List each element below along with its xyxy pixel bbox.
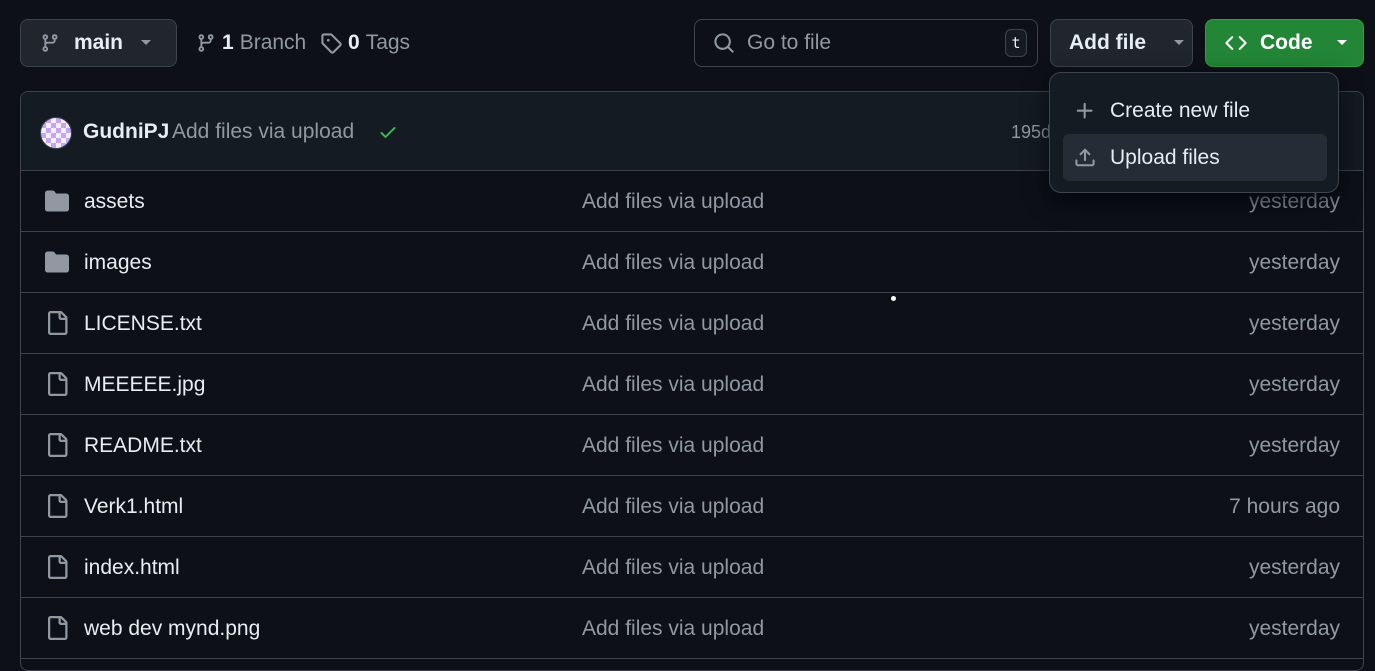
file-icon — [44, 555, 70, 579]
file-commit-time: yesterday — [1248, 251, 1340, 274]
commit-time[interactable]: 195d — [1011, 122, 1051, 143]
file-commit-message[interactable]: Add files via upload — [582, 556, 764, 580]
caret-down-icon — [139, 38, 153, 48]
file-name[interactable]: assets — [84, 190, 145, 214]
file-icon — [44, 311, 70, 335]
commit-author[interactable]: GudniPJ — [83, 120, 169, 144]
branches-count: 1 — [222, 31, 234, 54]
check-icon[interactable] — [377, 122, 399, 142]
branches-link[interactable]: 1 Branch — [196, 19, 306, 67]
add-file-button[interactable]: Add file — [1050, 19, 1193, 67]
tags-count: 0 — [348, 31, 360, 54]
add-file-menu: Create new file Upload files — [1049, 72, 1339, 193]
file-commit-message[interactable]: Add files via upload — [582, 190, 764, 214]
table-row[interactable]: web dev mynd.png Add files via upload ye… — [21, 598, 1363, 659]
code-icon — [1224, 32, 1248, 54]
branches-label: Branch — [239, 31, 307, 54]
file-commit-time: yesterday — [1248, 190, 1340, 213]
file-commit-time: 7 hours ago — [1229, 495, 1340, 518]
mouse-cursor — [891, 296, 896, 301]
folder-icon — [44, 189, 70, 213]
branch-name: main — [74, 31, 124, 54]
table-row[interactable]: index.html Add files via upload yesterda… — [21, 537, 1363, 598]
table-row[interactable]: Verk1.html Add files via upload 7 hours … — [21, 476, 1363, 537]
avatar[interactable] — [40, 117, 72, 149]
git-branch-icon — [196, 32, 216, 54]
file-commit-message[interactable]: Add files via upload — [582, 373, 764, 397]
tag-icon — [320, 32, 342, 54]
search-placeholder: Go to file — [747, 31, 832, 54]
upload-files-item[interactable]: Upload files — [1063, 134, 1327, 181]
table-row[interactable]: images Add files via upload yesterday — [21, 232, 1363, 293]
file-name[interactable]: web dev mynd.png — [84, 617, 260, 641]
add-file-label: Add file — [1069, 31, 1146, 54]
caret-down-icon — [1335, 38, 1349, 48]
file-commit-time: yesterday — [1248, 556, 1340, 579]
create-new-file-label: Create new file — [1110, 98, 1251, 122]
plus-icon — [1074, 100, 1096, 122]
table-row[interactable]: MEEEEE.jpg Add files via upload yesterda… — [21, 354, 1363, 415]
file-commit-message[interactable]: Add files via upload — [582, 251, 764, 275]
commit-message[interactable]: Add files via upload — [172, 120, 354, 144]
tags-label: Tags — [365, 31, 411, 54]
file-commit-message[interactable]: Add files via upload — [582, 617, 764, 641]
file-icon — [44, 372, 70, 396]
file-name[interactable]: images — [84, 251, 152, 275]
file-commit-message[interactable]: Add files via upload — [582, 312, 764, 336]
file-commit-time: yesterday — [1248, 312, 1340, 335]
git-branch-icon — [40, 32, 60, 54]
file-commit-time: yesterday — [1248, 373, 1340, 396]
go-to-file-search[interactable]: Go to file t — [694, 19, 1038, 67]
code-label: Code — [1260, 31, 1313, 54]
file-name[interactable]: Verk1.html — [84, 495, 183, 519]
file-commit-time: yesterday — [1248, 617, 1340, 640]
file-name[interactable]: index.html — [84, 556, 180, 580]
file-commit-message[interactable]: Add files via upload — [582, 434, 764, 458]
upload-icon — [1074, 147, 1096, 169]
file-name[interactable]: README.txt — [84, 434, 202, 458]
file-icon — [44, 494, 70, 518]
file-icon — [44, 433, 70, 457]
keyboard-shortcut-hint: t — [1005, 29, 1027, 57]
file-icon — [44, 616, 70, 640]
file-commit-message[interactable]: Add files via upload — [582, 495, 764, 519]
code-button[interactable]: Code — [1205, 19, 1364, 67]
upload-files-label: Upload files — [1110, 145, 1220, 169]
table-row[interactable]: LICENSE.txt Add files via upload yesterd… — [21, 293, 1363, 354]
tags-link[interactable]: 0 Tags — [320, 19, 410, 67]
create-new-file-item[interactable]: Create new file — [1063, 87, 1327, 134]
table-row[interactable]: README.txt Add files via upload yesterda… — [21, 415, 1363, 476]
folder-icon — [44, 250, 70, 274]
caret-down-icon — [1172, 38, 1186, 48]
search-icon — [713, 32, 735, 54]
file-commit-time: yesterday — [1248, 434, 1340, 457]
branch-selector-button[interactable]: main — [20, 19, 177, 67]
file-name[interactable]: MEEEEE.jpg — [84, 373, 205, 397]
file-name[interactable]: LICENSE.txt — [84, 312, 202, 336]
